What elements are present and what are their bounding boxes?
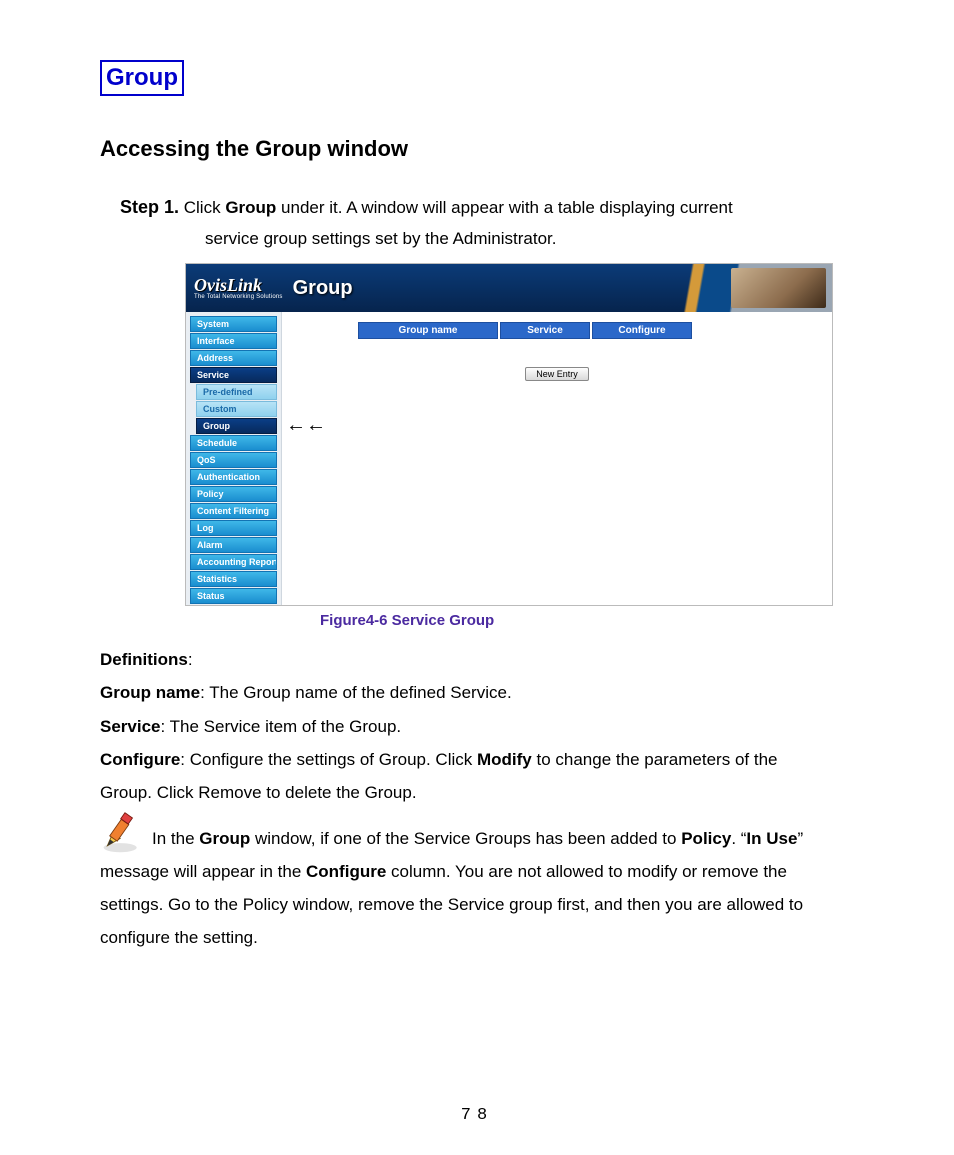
logo-text: OvisLink: [194, 276, 283, 294]
def-group-name-val: : The Group name of the defined Service.: [200, 683, 512, 702]
note-l2a: message will appear in the: [100, 862, 306, 881]
col-group-name: Group name: [358, 322, 498, 339]
nav-sub-custom[interactable]: Custom: [196, 401, 277, 417]
header-photo: [731, 268, 826, 308]
nav-service[interactable]: Service: [190, 367, 277, 383]
def-configure-line2: Group. Click Remove to delete the Group.: [100, 776, 904, 809]
col-configure: Configure: [592, 322, 692, 339]
def-configure-key: Configure: [100, 750, 180, 769]
nav-alarm[interactable]: Alarm: [190, 537, 277, 553]
logo-tagline: The Total Networking Solutions: [194, 294, 283, 300]
step-text-pre: Click: [179, 198, 225, 217]
def-configure-v2: to change the parameters of the: [532, 750, 778, 769]
screenshot-header: OvisLink The Total Networking Solutions …: [186, 264, 832, 312]
logo: OvisLink The Total Networking Solutions: [186, 276, 283, 300]
note-pencil-icon: [100, 811, 144, 855]
definitions-heading: Definitions: [100, 650, 188, 669]
nav-address[interactable]: Address: [190, 350, 277, 366]
note-p1a: In the: [152, 829, 199, 848]
note-p1c: . “: [731, 829, 746, 848]
nav-policy[interactable]: Policy: [190, 486, 277, 502]
note-l4: configure the setting.: [100, 921, 904, 954]
def-modify: Modify: [477, 750, 532, 769]
note-group: Group: [199, 829, 250, 848]
note-l2b: column. You are not allowed to modify or…: [386, 862, 787, 881]
def-configure-v1: : Configure the settings of Group. Click: [180, 750, 477, 769]
nav-authentication[interactable]: Authentication: [190, 469, 277, 485]
note-p1b: window, if one of the Service Groups has…: [250, 829, 681, 848]
nav-qos[interactable]: QoS: [190, 452, 277, 468]
note-inuse: In Use: [746, 829, 797, 848]
note-policy: Policy: [681, 829, 731, 848]
screenshot-content: Group name Service Configure New Entry: [282, 312, 832, 605]
def-group-name-key: Group name: [100, 683, 200, 702]
new-entry-button[interactable]: New Entry: [525, 367, 589, 381]
nav-schedule[interactable]: Schedule: [190, 435, 277, 451]
nav-log[interactable]: Log: [190, 520, 277, 536]
subheading: Accessing the Group window: [100, 136, 904, 162]
step-label: Step 1.: [120, 197, 179, 217]
step-1: Step 1. Click Group under it. A window w…: [120, 192, 904, 253]
note-l3: settings. Go to the Policy window, remov…: [100, 888, 904, 921]
col-service: Service: [500, 322, 590, 339]
nav-accounting-report[interactable]: Accounting Report: [190, 554, 277, 570]
table-header-row: Group name Service Configure: [358, 322, 826, 339]
screenshot-service-group: OvisLink The Total Networking Solutions …: [185, 263, 833, 606]
definitions-block: Definitions: Group name: The Group name …: [100, 643, 904, 954]
page-title: Group: [293, 277, 353, 300]
nav-interface[interactable]: Interface: [190, 333, 277, 349]
nav-system[interactable]: System: [190, 316, 277, 332]
nav-status[interactable]: Status: [190, 588, 277, 604]
page-number: 78: [0, 1106, 954, 1125]
def-service-val: : The Service item of the Group.: [161, 717, 402, 736]
step-bold-group: Group: [225, 198, 276, 217]
sidebar-nav: System Interface Address Service Pre-def…: [186, 312, 282, 605]
note-configure: Configure: [306, 862, 386, 881]
step-text-mid: under it. A window will appear with a ta…: [276, 198, 732, 217]
def-service-key: Service: [100, 717, 161, 736]
section-title: Group: [100, 60, 184, 96]
nav-sub-predefined[interactable]: Pre-defined: [196, 384, 277, 400]
figure-caption: Figure4-6 Service Group: [320, 612, 904, 629]
nav-sub-group[interactable]: Group: [196, 418, 277, 434]
nav-statistics[interactable]: Statistics: [190, 571, 277, 587]
step-line2: service group settings set by the Admini…: [205, 224, 904, 254]
nav-content-filtering[interactable]: Content Filtering: [190, 503, 277, 519]
note-p1d: ”: [797, 829, 803, 848]
